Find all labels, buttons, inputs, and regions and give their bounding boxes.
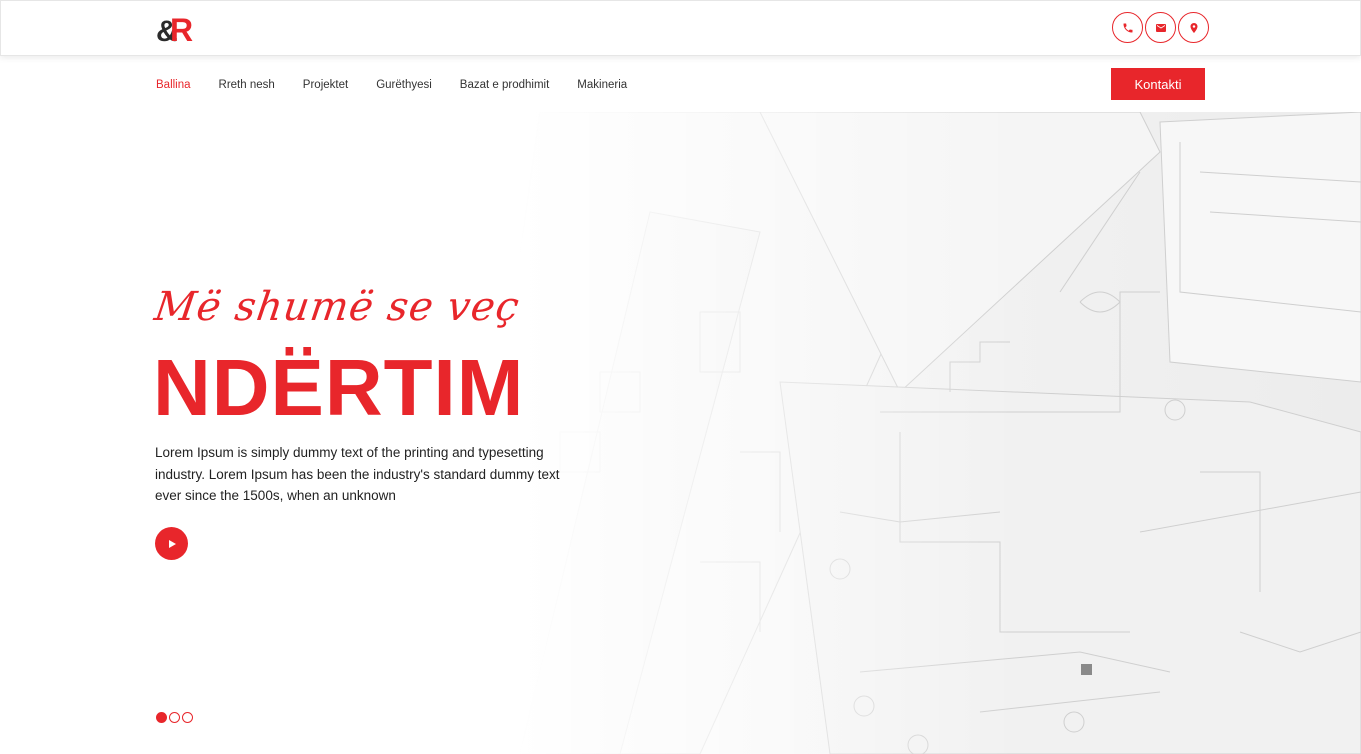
contact-icons <box>1112 12 1209 43</box>
play-button[interactable] <box>155 527 188 560</box>
play-icon <box>168 539 176 548</box>
nav-item-bazat-e-prodhimit[interactable]: Bazat e prodhimit <box>460 79 550 91</box>
svg-text:R: R <box>170 12 193 45</box>
slider-dots <box>156 712 193 723</box>
nav-item-projektet[interactable]: Projektet <box>303 79 348 91</box>
nav-item-makineria[interactable]: Makineria <box>577 79 627 91</box>
hero-script-title: Më shumë se veç <box>151 284 523 330</box>
slider-dot-3[interactable] <box>182 712 193 723</box>
kontakti-button[interactable]: Kontakti <box>1111 68 1205 100</box>
main-nav: Ballina Rreth nesh Projektet Gurëthyesi … <box>0 56 1361 112</box>
logo[interactable]: & R <box>156 11 200 48</box>
top-bar: & R <box>0 0 1361 56</box>
slider-dot-2[interactable] <box>169 712 180 723</box>
phone-icon[interactable] <box>1112 12 1143 43</box>
hero-fade-overlay <box>0 112 1361 754</box>
nav-item-gurethyesi[interactable]: Gurëthyesi <box>376 79 432 91</box>
slider-dot-1[interactable] <box>156 712 167 723</box>
nav-item-ballina[interactable]: Ballina <box>156 79 191 91</box>
hero-main-title: NDËRTIM <box>153 343 525 432</box>
mail-icon[interactable] <box>1145 12 1176 43</box>
nav-list: Ballina Rreth nesh Projektet Gurëthyesi … <box>156 79 655 91</box>
hero-section: Më shumë se veç NDËRTIM Lorem Ipsum is s… <box>0 112 1361 754</box>
logo-mark: & R <box>156 12 193 48</box>
hero-description: Lorem Ipsum is simply dummy text of the … <box>155 445 560 503</box>
location-icon[interactable] <box>1178 12 1209 43</box>
nav-item-rreth-nesh[interactable]: Rreth nesh <box>219 79 275 91</box>
